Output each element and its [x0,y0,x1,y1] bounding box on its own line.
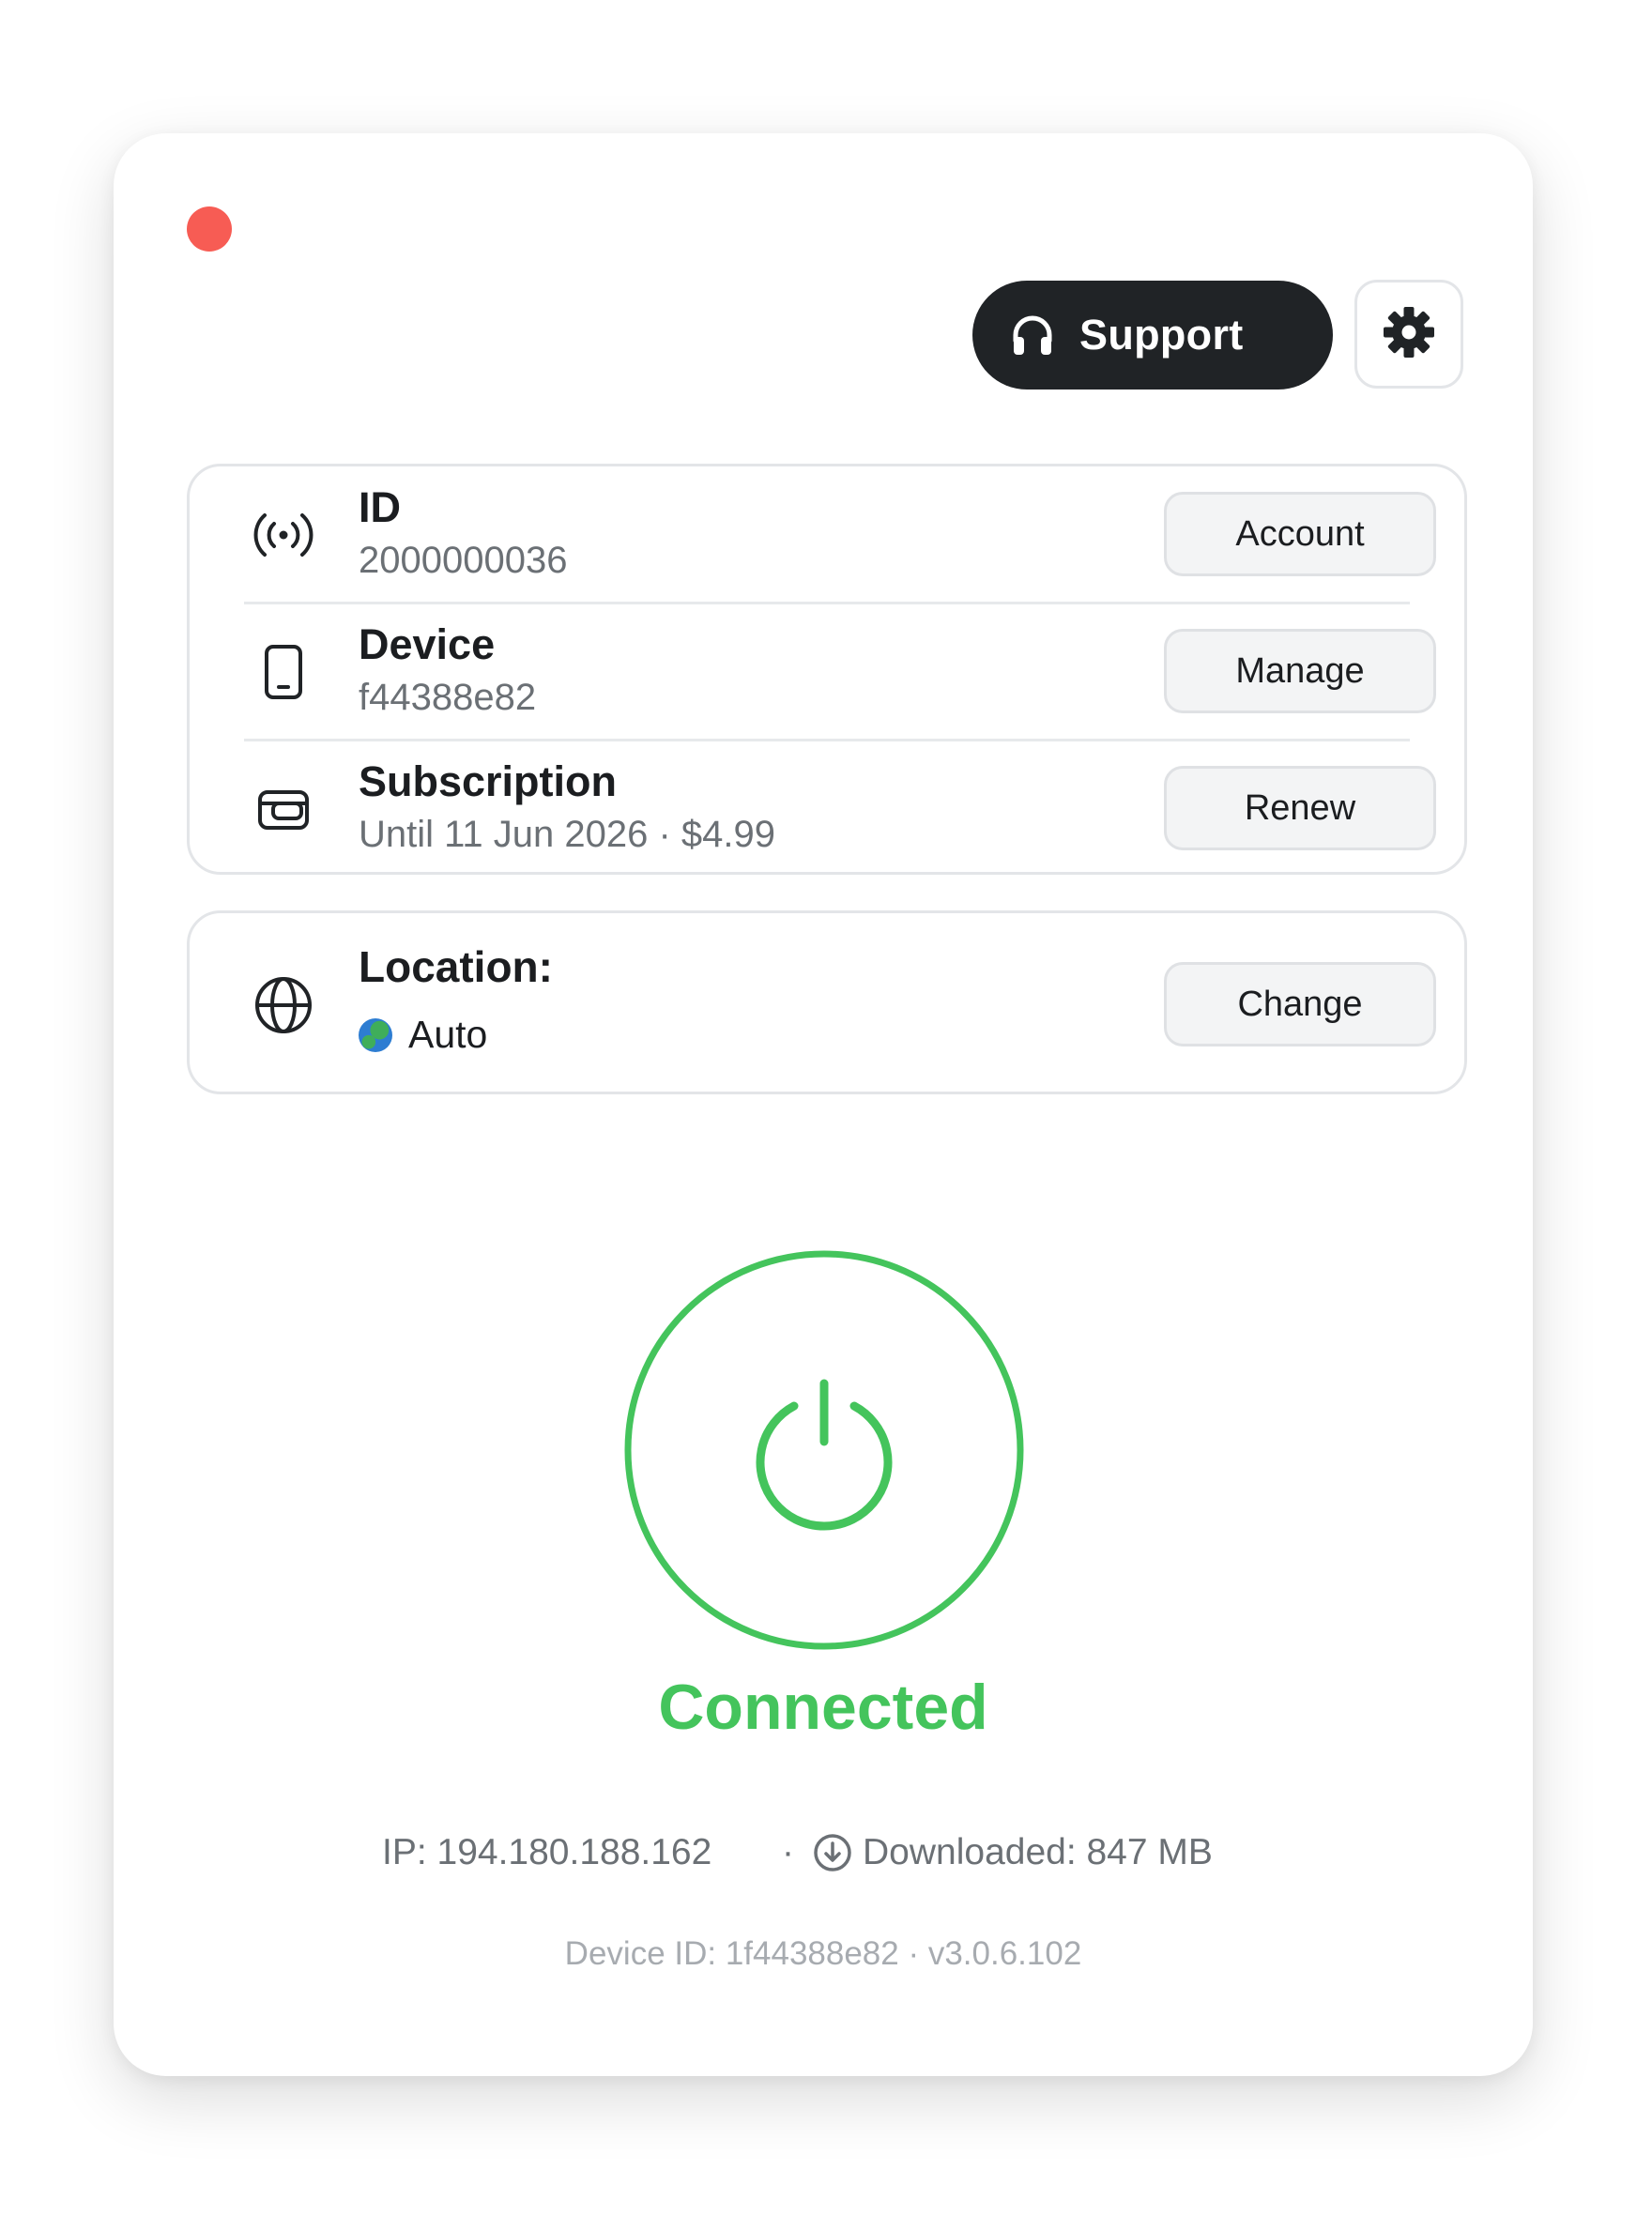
stats-separator: · [782,1832,794,1872]
support-label: Support [1079,311,1244,359]
device-row: Device f44388e82 Manage [190,603,1464,741]
support-button[interactable]: Support [972,281,1333,390]
location-action-wrap: Change [190,937,1464,1074]
change-location-button[interactable]: Change [1164,962,1436,1046]
device-value: f44388e82 [359,677,537,718]
device-title: Device [359,620,496,668]
phone-icon [246,644,321,700]
renew-button[interactable]: Renew [1164,766,1436,850]
id-title: ID [359,483,401,531]
broadcast-icon [246,507,321,563]
power-toggle-button[interactable] [624,1250,1024,1650]
power-icon [624,1250,1024,1650]
id-value: 2000000036 [359,540,568,581]
location-card: Location: Auto Change [187,910,1467,1094]
id-row: ID 2000000036 Account [190,466,1464,603]
settings-button[interactable] [1354,280,1463,389]
download-icon [812,1832,853,1873]
account-info-card: ID 2000000036 Account Device f44388e82 M… [187,464,1467,875]
connection-status: Connected [658,1672,988,1743]
subscription-row: Subscription Until 11 Jun 2026 · $4.99 R… [190,741,1464,878]
downloaded-wrap: Downloaded: 847 MB [812,1832,1213,1873]
subscription-value: Until 11 Jun 2026 · $4.99 [359,814,776,855]
wallet-icon [246,781,321,837]
app-window: Support ID 2000000036 Account Device f44… [114,133,1533,2076]
ip-address: IP: 194.180.188.162 [382,1832,712,1872]
manage-button[interactable]: Manage [1164,629,1436,713]
device-version-footer: Device ID: 1f44388e82 · v3.0.6.102 [564,1935,1082,1972]
downloaded-amount: Downloaded: 847 MB [863,1832,1213,1872]
gear-icon [1381,304,1437,365]
subscription-title: Subscription [359,757,618,805]
close-window-button[interactable] [187,206,232,252]
account-button[interactable]: Account [1164,492,1436,576]
headphones-icon [1008,311,1057,359]
